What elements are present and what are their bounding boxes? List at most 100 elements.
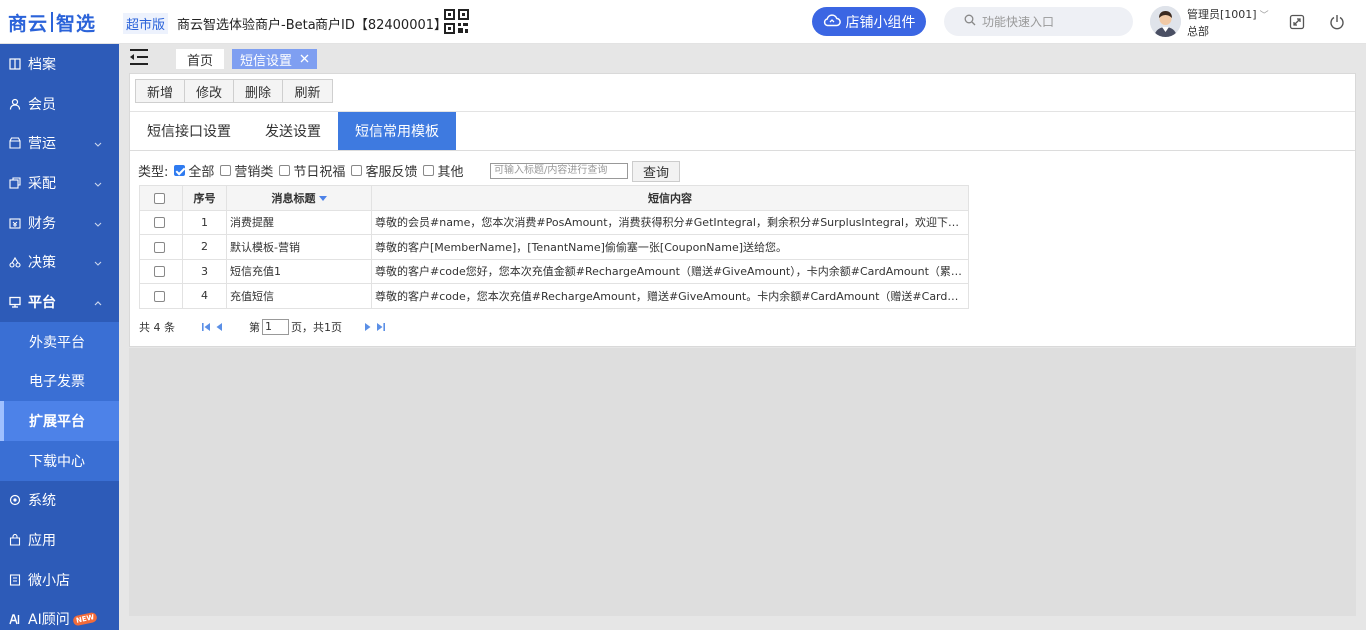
sidebar-item-member[interactable]: 会员 — [0, 84, 119, 124]
last-page-icon[interactable] — [376, 322, 386, 332]
fullscreen-icon[interactable] — [1287, 12, 1307, 32]
store-widget-button[interactable]: 店铺小组件 — [812, 7, 926, 36]
sidebar-item-system[interactable]: 系统 — [0, 481, 119, 521]
first-page-icon[interactable] — [201, 322, 211, 332]
sidebar-item-operations[interactable]: 营运 — [0, 123, 119, 163]
chevron-up-icon — [94, 294, 102, 310]
select-all-checkbox[interactable] — [139, 185, 183, 211]
filter-all-checkbox[interactable]: 全部 — [174, 161, 214, 180]
row-number: 1 — [182, 209, 227, 235]
sidebar-subitem-download[interactable]: 下载中心 — [0, 440, 119, 481]
logo-left: 商云 — [8, 12, 49, 35]
user-name: 管理员[1001] — [1187, 8, 1257, 21]
tab-interface-settings[interactable]: 短信接口设置 — [130, 112, 248, 150]
row-checkbox[interactable] — [139, 209, 183, 235]
row-number: 2 — [182, 234, 227, 260]
gear-icon — [9, 494, 21, 506]
store-icon — [9, 137, 21, 149]
chevron-down-icon: ﹀ — [1259, 11, 1269, 21]
sidebar-subitem-invoice[interactable]: 电子发票 — [0, 361, 119, 402]
filter-holiday-checkbox[interactable]: 节日祝福 — [279, 161, 345, 180]
close-icon[interactable] — [300, 52, 309, 67]
table-row[interactable]: 2 默认模板-营销 尊敬的客户[MemberName]，[TenantName]… — [139, 234, 969, 260]
chevron-down-icon — [94, 215, 102, 231]
sidebar-item-decision[interactable]: 决策 — [0, 242, 119, 282]
sidebar-item-finance[interactable]: 财务 — [0, 203, 119, 243]
page-number-input[interactable]: 1 — [262, 319, 289, 335]
new-badge: NEW — [71, 612, 98, 627]
edit-button[interactable]: 修改 — [185, 80, 234, 102]
row-number: 4 — [182, 283, 227, 309]
chevron-down-icon — [94, 175, 102, 191]
edition-badge: 超市版 — [123, 13, 169, 34]
finance-icon — [9, 217, 21, 229]
avatar[interactable] — [1150, 6, 1181, 37]
column-header-content: 短信内容 — [371, 185, 969, 211]
logo-right: 智选 — [56, 12, 97, 35]
power-icon[interactable] — [1327, 12, 1347, 32]
purchase-icon — [9, 177, 21, 189]
table-row[interactable]: 1 消费提醒 尊敬的会员#name，您本次消费#PosAmount，消费获得积分… — [139, 209, 969, 235]
sidebar-item-label: 微小店 — [28, 572, 70, 589]
refresh-button[interactable]: 刷新 — [283, 80, 332, 102]
query-input[interactable]: 可输入标题/内容进行查询 — [490, 163, 628, 179]
sidebar-item-label: 平台 — [28, 294, 56, 311]
table-row[interactable]: 4 充值短信 尊敬的客户#code，您本次充值#RechargeAmount，赠… — [139, 283, 969, 309]
search-placeholder: 功能快速入口 — [982, 15, 1055, 29]
toolbar: 新增 修改 删除 刷新 — [135, 79, 333, 103]
tab-templates[interactable]: 短信常用模板 — [338, 112, 456, 150]
template-table: 序号 消息标题 短信内容 1 消费提醒 尊敬的会员#name，您本次消费#Pos… — [139, 185, 969, 309]
filter-marketing-checkbox[interactable]: 营销类 — [220, 161, 273, 180]
page-tab-strip: 首页 短信设置 — [119, 44, 1366, 72]
type-filter: 类型: 全部 营销类 节日祝福 客服反馈 其他 — [138, 160, 469, 180]
row-checkbox[interactable] — [139, 234, 183, 260]
row-number: 3 — [182, 258, 227, 284]
sidebar-item-label: 会员 — [28, 96, 56, 113]
sort-icon — [318, 196, 327, 202]
next-page-icon[interactable] — [364, 322, 372, 332]
function-search-input[interactable]: 功能快速入口 — [944, 7, 1133, 36]
row-checkbox[interactable] — [139, 283, 183, 309]
sidebar-item-apps[interactable]: 应用 — [0, 520, 119, 560]
menu-collapse-icon[interactable] — [129, 48, 149, 66]
tab-sms-settings[interactable]: 短信设置 — [232, 49, 318, 69]
table-row[interactable]: 3 短信充值1 尊敬的客户#code您好，您本次充值金额#RechargeAmo… — [139, 258, 969, 284]
delete-button[interactable]: 删除 — [234, 80, 283, 102]
sidebar-item-label: 营运 — [28, 136, 56, 153]
row-title: 默认模板-营销 — [226, 234, 372, 260]
total-count: 共 4 条 — [139, 321, 175, 334]
column-header-title[interactable]: 消息标题 — [226, 185, 372, 211]
qr-code-icon[interactable] — [444, 9, 469, 34]
settings-tabs: 短信接口设置 发送设置 短信常用模板 — [130, 112, 456, 150]
store-widget-label: 店铺小组件 — [845, 14, 916, 31]
user-department: 总部 — [1187, 25, 1209, 38]
sidebar-item-platform[interactable]: 平台 — [0, 282, 119, 322]
row-title: 消费提醒 — [226, 209, 372, 235]
sidebar-item-purchase[interactable]: 采配 — [0, 163, 119, 203]
sidebar-item-mini-store[interactable]: 微小店 — [0, 560, 119, 600]
sidebar-item-label: 应用 — [28, 533, 56, 550]
top-bar: 商云 智选 超市版 商云智选体验商户-Beta 商户ID【82400001】 店… — [0, 0, 1366, 44]
tab-send-settings[interactable]: 发送设置 — [248, 112, 338, 150]
row-checkbox[interactable] — [139, 258, 183, 284]
decision-icon — [9, 256, 21, 268]
sidebar-item-ai-advisor[interactable]: AI顾问 NEW — [0, 600, 119, 630]
row-content: 尊敬的客户#code，您本次充值#RechargeAmount，赠送#GiveA… — [371, 283, 969, 309]
page-prefix: 第 — [249, 321, 260, 334]
merchant-name: 商云智选体验商户-Beta — [177, 18, 316, 33]
sidebar-item-label: 决策 — [28, 255, 56, 272]
sidebar-item-archive[interactable]: 档案 — [0, 44, 119, 84]
sidebar-subitem-extension[interactable]: 扩展平台 — [0, 401, 119, 441]
sidebar-subitem-takeout[interactable]: 外卖平台 — [0, 321, 119, 362]
prev-page-icon[interactable] — [215, 322, 223, 332]
cloud-icon — [823, 13, 841, 31]
tab-home[interactable]: 首页 — [176, 49, 224, 69]
user-menu[interactable]: 管理员[1001] ﹀ 总部 — [1187, 7, 1269, 39]
sidebar-item-label: 财务 — [28, 215, 56, 232]
query-button[interactable]: 查询 — [632, 161, 680, 182]
filter-feedback-checkbox[interactable]: 客服反馈 — [351, 161, 417, 180]
sidebar: 档案 会员 营运 采配 财务 决策 平台 外卖平台 电子发票 扩展平台 下载中心… — [0, 44, 119, 630]
add-button[interactable]: 新增 — [136, 80, 185, 102]
filter-other-checkbox[interactable]: 其他 — [423, 161, 463, 180]
chevron-down-icon — [94, 135, 102, 151]
